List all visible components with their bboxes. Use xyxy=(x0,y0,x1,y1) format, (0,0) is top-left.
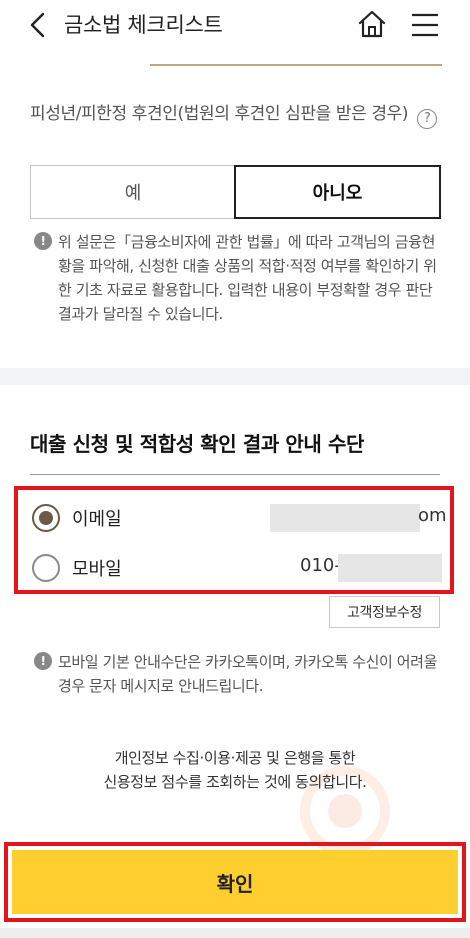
survey-notice-text: 위 설문은「금융소비자에 관한 법률」에 따라 고객님의 금융현황을 파악해, … xyxy=(58,233,437,323)
mobile-notice-text: 모바일 기본 안내수단은 카카오톡이며, 카카오톡 수신이 어려울 경우 문자 … xyxy=(58,653,437,695)
confirm-button[interactable]: 확인 xyxy=(12,850,458,914)
consent-text: 개인정보 수집·이용·제공 및 은행을 통한 신용정보 점수를 조회하는 것에 … xyxy=(0,746,470,794)
home-icon[interactable] xyxy=(356,8,388,40)
mobile-option[interactable]: 모바일 010- xyxy=(32,550,442,590)
app-header: 금소법 체크리스트 xyxy=(0,0,470,50)
survey-notice: ! 위 설문은「금융소비자에 관한 법률」에 따라 고객님의 금융현황을 파악해… xyxy=(30,230,442,326)
consent-line-2: 신용정보 점수를 조회하는 것에 동의합니다. xyxy=(103,773,367,791)
info-icon: ! xyxy=(34,232,52,250)
info-icon: ! xyxy=(34,652,52,670)
confirm-highlight: 확인 xyxy=(4,842,466,922)
consent-line-1: 개인정보 수집·이용·제공 및 은행을 통한 xyxy=(114,749,356,767)
mobile-notice: ! 모바일 기본 안내수단은 카카오톡이며, 카카오톡 수신이 어려울 경우 문… xyxy=(30,650,442,698)
email-value: om xyxy=(418,505,447,526)
email-label: 이메일 xyxy=(72,509,122,530)
edit-customer-info-button[interactable]: 고객정보수정 xyxy=(329,596,440,628)
mobile-radio[interactable] xyxy=(32,554,60,582)
email-option[interactable]: 이메일 om xyxy=(32,500,447,540)
section-underline xyxy=(30,474,440,475)
answer-yes-button[interactable]: 예 xyxy=(30,165,236,219)
question-text: 피성년/피한정 후견인(법원의 후견인 심판을 받은 경우) ? xyxy=(30,99,450,129)
bottom-strip xyxy=(0,928,470,938)
email-redacted xyxy=(270,504,420,532)
page-title: 금소법 체크리스트 xyxy=(64,13,223,37)
section-divider xyxy=(0,368,470,385)
back-arrow-icon[interactable] xyxy=(26,10,50,40)
question-label: 피성년/피한정 후견인(법원의 후견인 심판을 받은 경우) xyxy=(30,104,409,124)
section-title: 대출 신청 및 적합성 확인 결과 안내 수단 xyxy=(30,432,364,456)
mobile-label: 모바일 xyxy=(72,559,122,580)
email-radio[interactable] xyxy=(32,504,60,532)
mobile-value: 010- xyxy=(300,555,341,576)
header-accent-line xyxy=(150,64,442,66)
answer-no-button[interactable]: 아니오 xyxy=(234,165,441,219)
hamburger-menu-icon[interactable] xyxy=(410,12,440,38)
mobile-redacted xyxy=(338,554,442,582)
help-icon[interactable]: ? xyxy=(417,109,438,129)
